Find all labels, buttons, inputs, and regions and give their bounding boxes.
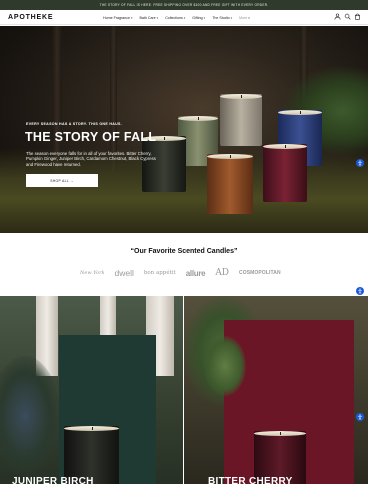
nav-item-the-studio[interactable]: The Studio ▾ xyxy=(212,16,232,20)
accessibility-icon xyxy=(358,414,362,420)
accessibility-button[interactable] xyxy=(356,159,364,167)
candle-jar-burgundy xyxy=(263,144,307,202)
press-heading: “Our Favorite Scented Candles” xyxy=(130,248,238,255)
nav-item-bath-care[interactable]: Bath Care ▾ xyxy=(139,16,158,20)
accessibility-icon xyxy=(358,288,362,294)
search-icon[interactable] xyxy=(344,13,351,20)
nav-label: The Studio xyxy=(212,15,230,20)
chevron-down-icon: ▾ xyxy=(183,15,186,20)
bag-icon[interactable] xyxy=(354,13,361,20)
tile-label: BITTER CHERRY xyxy=(208,476,293,484)
nav-label: Collections xyxy=(165,15,183,20)
hero-banner: EVERY SEASON HAS A STORY. THIS ONE HAUS.… xyxy=(0,26,368,233)
nav-item-gifting[interactable]: Gifting ▾ xyxy=(192,16,205,20)
user-icon[interactable] xyxy=(334,13,341,20)
chevron-down-icon: ▾ xyxy=(230,15,233,20)
chevron-down-icon: ▾ xyxy=(203,15,206,20)
tile-juniper-birch[interactable]: JUNIPER BIRCH xyxy=(0,296,183,484)
announcement-text: The story of fall is here. Free shipping… xyxy=(99,3,269,7)
candle-jar-amber xyxy=(220,94,262,146)
hero-kicker: EVERY SEASON HAS A STORY. THIS ONE HAUS. xyxy=(26,122,123,126)
press-logo-new-york: New York xyxy=(80,270,105,276)
header-icons xyxy=(334,13,361,20)
chevron-down-icon: ▾ xyxy=(248,15,250,20)
main-menu: Home Fragrance ▾ Bath Care ▾ Collections ▾ … xyxy=(103,10,250,25)
nav-label: Gifting xyxy=(192,15,203,20)
collection-tiles: JUNIPER BIRCH BITTER CHERRY xyxy=(0,296,368,484)
nav-item-more[interactable]: More ▾ xyxy=(239,16,250,20)
press-logo-bon-appetit: bon appétit xyxy=(143,270,176,276)
nav-label: Bath Care xyxy=(139,15,156,20)
nav-item-collections[interactable]: Collections ▾ xyxy=(165,16,185,20)
nav-label: Home Fragrance xyxy=(103,15,130,20)
accessibility-button[interactable] xyxy=(356,413,364,421)
announcement-bar: The story of fall is here. Free shipping… xyxy=(0,0,368,10)
press-logo-ad: AD xyxy=(215,268,230,278)
press-logos: New York dwell bon appétit allure AD COS… xyxy=(80,268,281,278)
leaf-sprig xyxy=(204,336,246,396)
hero-title: THE STORY OF FALL xyxy=(25,130,157,144)
site-header: APOTHEKE Home Fragrance ▾ Bath Care ▾ Coll… xyxy=(0,10,368,25)
hero-description: The season everyone falls for in all of … xyxy=(26,151,156,167)
chevron-down-icon: ▾ xyxy=(156,15,159,20)
tile-label: JUNIPER BIRCH xyxy=(12,476,94,484)
shop-all-button[interactable]: SHOP ALL → xyxy=(26,174,98,187)
press-logo-allure: allure xyxy=(185,268,206,278)
accessibility-icon xyxy=(358,160,362,166)
tile-bitter-cherry[interactable]: BITTER CHERRY xyxy=(184,296,368,484)
brand-logo[interactable]: APOTHEKE xyxy=(8,14,53,21)
press-logo-dwell: dwell xyxy=(114,268,134,278)
press-section: “Our Favorite Scented Candles” New York … xyxy=(0,233,368,296)
nav-item-home-fragrance[interactable]: Home Fragrance ▾ xyxy=(103,16,132,20)
candle-jar-copper xyxy=(207,154,253,214)
press-logo-cosmopolitan: COSMOPOLITAN xyxy=(239,270,281,276)
chevron-down-icon: ▾ xyxy=(130,15,133,20)
nav-label: More xyxy=(239,15,248,20)
accessibility-button[interactable] xyxy=(356,287,364,295)
